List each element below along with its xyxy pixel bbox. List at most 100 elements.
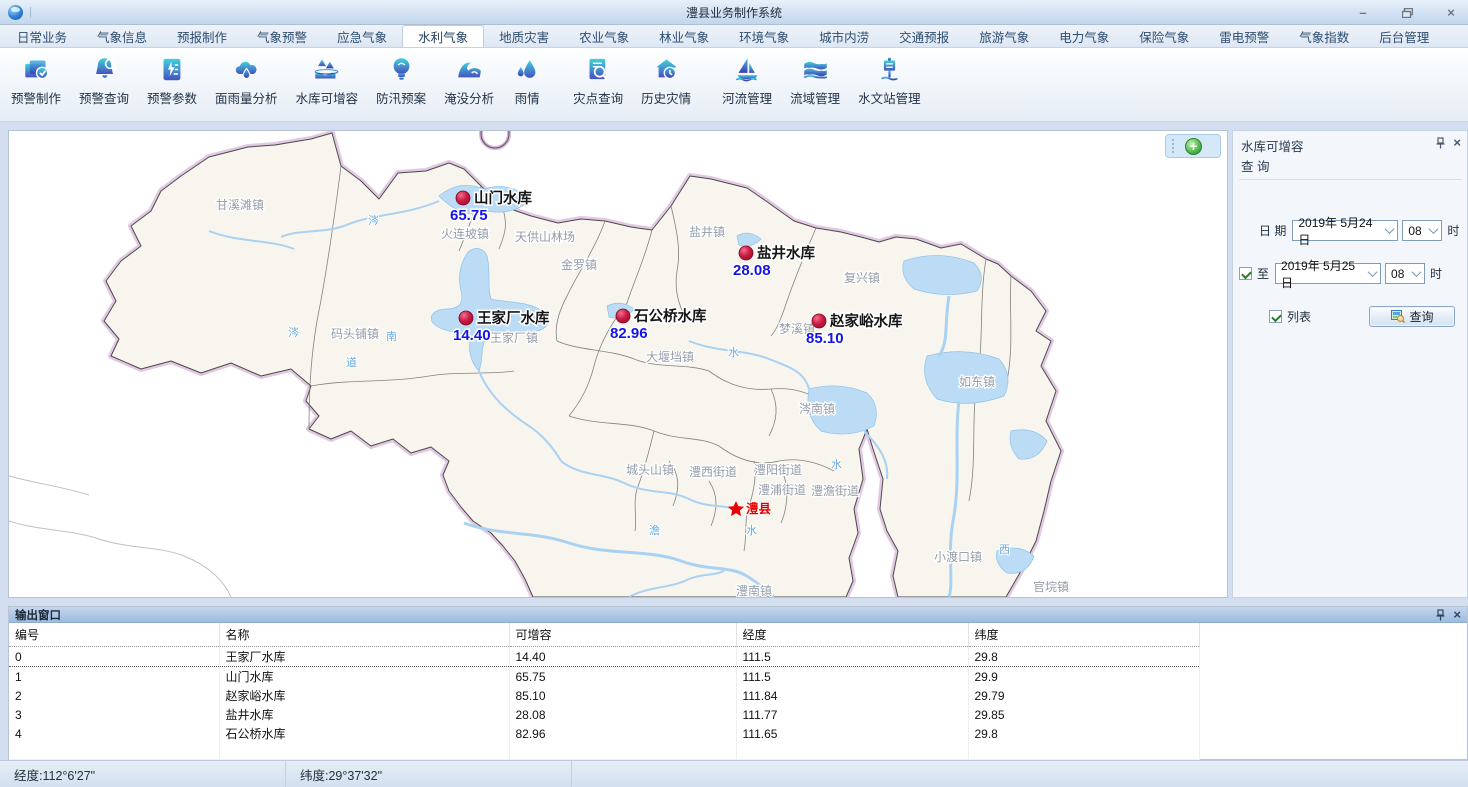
panel-subtitle: 查 询 (1241, 156, 1459, 175)
pin-icon[interactable] (1436, 137, 1445, 149)
map-view[interactable]: 甘溪滩镇火连坡镇天供山林场金罗镇盐井镇复兴镇码头铺镇王家厂镇梦溪镇大堰垱镇如东镇… (8, 130, 1228, 598)
flood-plan-icon (386, 54, 416, 84)
menu-tab-10[interactable]: 城市内涝 (804, 25, 884, 47)
tool-basin-manage[interactable]: 流域管理 (781, 52, 849, 109)
tool-hydro-station[interactable]: 水文站管理 (849, 52, 930, 109)
menu-tab-3[interactable]: 气象预警 (242, 25, 322, 47)
menu-tab-1[interactable]: 气象信息 (82, 25, 162, 47)
menu-tab-8[interactable]: 林业气象 (644, 25, 724, 47)
menu-tab-16[interactable]: 气象指数 (1284, 25, 1364, 47)
tool-warning-params[interactable]: 预警参数 (138, 52, 206, 109)
output-row-2[interactable]: 2赵家峪水库85.10111.8429.79 (9, 686, 1199, 705)
output-column-header[interactable]: 可增容 (509, 623, 736, 647)
hour-to-select[interactable]: 08 (1385, 263, 1425, 284)
town-label: 码头铺镇 (331, 327, 379, 341)
tool-rain-info[interactable]: 雨情 (503, 52, 551, 109)
pin-icon[interactable] (1436, 609, 1445, 621)
submerge-icon (454, 54, 484, 84)
reservoir-value: 82.96 (610, 325, 648, 342)
tool-label: 面雨量分析 (215, 88, 278, 107)
reservoir-marker[interactable] (739, 246, 753, 260)
menu-tab-15[interactable]: 雷电预警 (1204, 25, 1284, 47)
town-label: 官垸镇 (1033, 579, 1069, 594)
reservoir-marker[interactable] (812, 314, 826, 328)
tool-river-manage[interactable]: 河流管理 (713, 52, 781, 109)
menu-tab-7[interactable]: 农业气象 (564, 25, 644, 47)
query-button-icon (1391, 310, 1405, 323)
tool-history-disaster[interactable]: 历史灾情 (632, 52, 700, 109)
output-column-header[interactable]: 纬度 (968, 623, 1199, 647)
river-label: 水 (831, 458, 842, 471)
status-longitude: 经度:112°6'27" (0, 761, 286, 787)
tool-warning-search[interactable]: 预警查询 (70, 52, 138, 109)
list-checkbox[interactable] (1269, 310, 1282, 323)
menu-tab-0[interactable]: 日常业务 (2, 25, 82, 47)
town-label: 甘溪滩镇 (216, 198, 264, 212)
tool-disaster-search[interactable]: 灾点查询 (564, 52, 632, 109)
reservoir-value: 65.75 (450, 207, 488, 224)
output-cell: 赵家峪水库 (219, 686, 509, 705)
output-row-1[interactable]: 1山门水库65.75111.529.9 (9, 667, 1199, 687)
menu-tab-14[interactable]: 保险气象 (1124, 25, 1204, 47)
menu-tab-11[interactable]: 交通预报 (884, 25, 964, 47)
menu-tab-5[interactable]: 水利气象 (402, 25, 484, 47)
date-label: 日 期 (1259, 222, 1286, 239)
chevron-down-icon[interactable] (1425, 221, 1441, 240)
chevron-down-icon[interactable] (1408, 264, 1424, 283)
menu-tab-9[interactable]: 环境气象 (724, 25, 804, 47)
chevron-down-icon[interactable] (1381, 221, 1397, 240)
chevron-down-icon[interactable] (1364, 264, 1380, 283)
menu-tab-13[interactable]: 电力气象 (1044, 25, 1124, 47)
output-cell: 111.84 (736, 686, 968, 705)
menu-tab-17[interactable]: 后台管理 (1364, 25, 1444, 47)
date-to-select[interactable]: 2019年 5月25日 (1275, 263, 1381, 284)
output-column-header[interactable]: 经度 (736, 623, 968, 647)
tool-submerge[interactable]: 淹没分析 (435, 52, 503, 109)
reservoir-marker[interactable] (456, 191, 470, 205)
output-cell: 111.5 (736, 667, 968, 687)
output-cell: 0 (9, 647, 219, 667)
toolbar-group-water: 河流管理 流域管理 水文站管理 (713, 52, 930, 109)
tool-label: 防汛预案 (376, 88, 426, 107)
output-column-header[interactable]: 名称 (219, 623, 509, 647)
output-column-header[interactable]: 编号 (9, 623, 219, 647)
date-from-select[interactable]: 2019年 5月24日 (1292, 220, 1398, 241)
menu-tab-6[interactable]: 地质灾害 (484, 25, 564, 47)
disaster-search-icon (583, 54, 613, 84)
restore-button[interactable] (1396, 4, 1418, 21)
map-zoom-control[interactable]: + (1165, 134, 1221, 158)
panel-close-icon[interactable]: × (1453, 136, 1461, 149)
status-bar: 经度:112°6'27" 纬度:29°37'32" (0, 760, 1468, 787)
river-label: 西 (999, 544, 1010, 556)
reservoir-marker[interactable] (459, 311, 473, 325)
title-bar: | 澧县业务制作系统 – × (0, 0, 1468, 25)
output-cell (968, 743, 1199, 760)
output-row-3[interactable]: 3盐井水库28.08111.7729.85 (9, 705, 1199, 724)
minimize-button[interactable]: – (1352, 4, 1374, 21)
tool-warning-make[interactable]: 预警制作 (2, 52, 70, 109)
menu-tab-4[interactable]: 应急气象 (322, 25, 402, 47)
output-row-0[interactable]: 0王家厂水库14.40111.529.8 (9, 647, 1199, 667)
output-table[interactable]: 编号名称可增容经度纬度 0王家厂水库14.40111.529.81山门水库65.… (9, 623, 1200, 777)
menu-tab-12[interactable]: 旅游气象 (964, 25, 1044, 47)
output-cell: 王家厂水库 (219, 647, 509, 667)
town-label: 澧浦街道 (758, 483, 806, 497)
hour-from-select[interactable]: 08 (1402, 220, 1442, 241)
close-button[interactable]: × (1440, 4, 1462, 21)
rain-info-icon (512, 54, 542, 84)
output-row-4[interactable]: 4石公桥水库82.96111.6529.8 (9, 724, 1199, 743)
output-close-icon[interactable]: × (1453, 608, 1461, 621)
menu-tab-2[interactable]: 预报制作 (162, 25, 242, 47)
tool-reservoir-capacity[interactable]: 水库可增容 (287, 52, 368, 109)
to-checkbox[interactable] (1239, 267, 1252, 280)
tool-flood-plan[interactable]: 防汛预案 (367, 52, 435, 109)
output-window-header[interactable]: 输出窗口 × (9, 607, 1467, 623)
query-button[interactable]: 查询 (1369, 306, 1455, 327)
reservoir-marker[interactable] (616, 309, 630, 323)
history-disaster-icon (651, 54, 681, 84)
enclave-circle (481, 131, 509, 148)
zoom-in-icon[interactable]: + (1185, 138, 1202, 155)
output-cell: 29.9 (968, 667, 1199, 687)
drag-handle-icon[interactable] (1169, 139, 1177, 153)
tool-area-rain[interactable]: 面雨量分析 (206, 52, 287, 109)
